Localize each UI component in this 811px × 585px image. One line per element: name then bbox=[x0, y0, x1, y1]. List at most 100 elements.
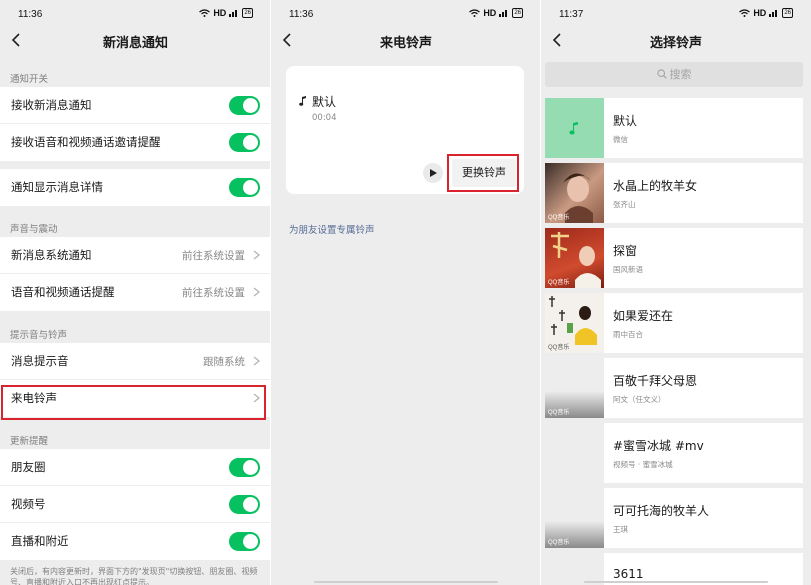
row-call-remind[interactable]: 语音和视频通话提醒 前往系统设置 bbox=[0, 274, 271, 311]
panel-divider bbox=[270, 0, 271, 585]
wifi-icon bbox=[199, 9, 211, 17]
section-label-tones: 提示音与铃声 bbox=[10, 330, 68, 341]
search-input[interactable]: 搜索 bbox=[545, 62, 803, 87]
ringtone-title: 如果爱还在 bbox=[613, 309, 674, 323]
row-label: 通知显示消息详情 bbox=[11, 180, 103, 194]
qq-music-tag: QQ音乐 bbox=[548, 540, 570, 546]
select-ringtone-screen: 11:37 HD 26 选择铃声 搜索 默认 微信 QQ音乐 水晶上的牧羊女 张… bbox=[541, 0, 811, 585]
ringtone-title: 默认 bbox=[613, 114, 638, 128]
qq-music-tag: QQ音乐 bbox=[548, 410, 570, 416]
ringtone-subtitle: 阿文（任文义） bbox=[613, 395, 666, 404]
album-cover: QQ音乐 bbox=[545, 228, 604, 288]
row-msg-tone[interactable]: 消息提示音 跟随系统 bbox=[0, 343, 271, 380]
signal-icon bbox=[499, 10, 508, 17]
qq-music-tag: QQ音乐 bbox=[548, 280, 570, 286]
ringtone-title: 探窗 bbox=[613, 244, 638, 258]
sound-group: 新消息系统通知 前往系统设置 语音和视频通话提醒 前往系统设置 bbox=[0, 237, 271, 311]
wifi-icon bbox=[739, 9, 751, 17]
section-label-updates: 更新提醒 bbox=[10, 436, 49, 447]
album-cover: QQ音乐 bbox=[545, 293, 604, 353]
toggle-channels[interactable] bbox=[229, 495, 260, 514]
row-label: 接收新消息通知 bbox=[11, 98, 92, 112]
nav-bar: 选择铃声 bbox=[541, 28, 811, 54]
ringtone-item[interactable]: QQ音乐 探窗 国风新语 bbox=[545, 228, 803, 288]
ringtone-title: #蜜雪冰城 #mv bbox=[613, 439, 704, 453]
detail-group: 通知显示消息详情 bbox=[0, 169, 271, 206]
current-ringtone-duration: 00:04 bbox=[312, 113, 337, 123]
ringtone-title: 3611 bbox=[613, 567, 644, 581]
toggle-show-detail[interactable] bbox=[229, 178, 260, 197]
page-title: 选择铃声 bbox=[649, 36, 702, 51]
row-sys-notify[interactable]: 新消息系统通知 前往系统设置 bbox=[0, 237, 271, 274]
network-label: HD bbox=[483, 8, 497, 18]
row-label: 语音和视频通话提醒 bbox=[11, 285, 115, 299]
nav-bar: 来电铃声 bbox=[271, 28, 541, 54]
row-channels: 视频号 bbox=[0, 486, 271, 523]
row-moments: 朋友圈 bbox=[0, 449, 271, 486]
row-show-detail: 通知显示消息详情 bbox=[0, 169, 271, 206]
section-label-sound: 声音与震动 bbox=[10, 224, 58, 235]
video-cover bbox=[545, 423, 604, 483]
play-icon bbox=[430, 169, 437, 177]
status-bar: 11:37 HD 26 bbox=[541, 0, 811, 30]
music-note-icon bbox=[299, 96, 306, 106]
row-live-nearby: 直播和附近 bbox=[0, 523, 271, 560]
qq-music-tag: QQ音乐 bbox=[548, 215, 570, 221]
signal-icon bbox=[769, 10, 778, 17]
ringtone-subtitle: 王琪 bbox=[613, 525, 628, 534]
nav-bar: 新消息通知 bbox=[0, 28, 271, 54]
network-label: HD bbox=[213, 8, 227, 18]
footnote-text: 关闭后，有内容更新时，界面下方的"发现页"切换按钮、朋友圈、视频号、直播和附近入… bbox=[10, 567, 258, 585]
status-time: 11:36 bbox=[289, 9, 314, 20]
music-note-icon bbox=[569, 122, 578, 135]
toggle-receive-new[interactable] bbox=[229, 96, 260, 115]
toggle-moments[interactable] bbox=[229, 458, 260, 477]
highlight-box-ringtone bbox=[1, 385, 266, 420]
search-icon bbox=[656, 69, 667, 79]
row-label: 消息提示音 bbox=[11, 354, 69, 368]
page-title: 新消息通知 bbox=[102, 36, 168, 51]
ringtone-subtitle: 视频号 · 蜜雪冰城 bbox=[613, 460, 673, 469]
notify-group: 接收新消息通知 接收语音和视频通话邀请提醒 bbox=[0, 87, 271, 161]
play-button[interactable] bbox=[423, 163, 443, 183]
ringtone-subtitle: 雨中百合 bbox=[613, 330, 643, 339]
album-cover: QQ音乐 bbox=[545, 488, 604, 548]
battery-icon: 26 bbox=[782, 8, 793, 18]
album-cover: QQ音乐 bbox=[545, 358, 604, 418]
status-bar: 11:36 HD 26 bbox=[271, 0, 541, 30]
status-time: 11:37 bbox=[559, 9, 584, 20]
ringtone-item[interactable]: QQ音乐 如果爱还在 雨中百合 bbox=[545, 293, 803, 353]
status-icons: HD 26 bbox=[469, 8, 523, 18]
updates-group: 朋友圈 视频号 直播和附近 bbox=[0, 449, 271, 560]
ringtone-title: 水晶上的牧羊女 bbox=[613, 179, 698, 193]
status-bar: 11:36 HD 26 bbox=[0, 0, 271, 30]
ringtone-item[interactable]: #蜜雪冰城 #mv 视频号 · 蜜雪冰城 bbox=[545, 423, 803, 483]
friend-ringtone-link[interactable]: 为朋友设置专属铃声 bbox=[289, 222, 375, 236]
ringtone-item[interactable]: QQ音乐 可可托海的牧羊人 王琪 bbox=[545, 488, 803, 548]
default-cover bbox=[545, 98, 604, 158]
row-label: 新消息系统通知 bbox=[11, 248, 92, 262]
ringtone-item[interactable]: 默认 微信 bbox=[545, 98, 803, 158]
chevron-right-icon bbox=[253, 250, 260, 260]
row-value: 跟随系统 bbox=[203, 356, 245, 368]
row-receive-call: 接收语音和视频通话邀请提醒 bbox=[0, 124, 271, 161]
current-ringtone-name: 默认 bbox=[312, 95, 337, 109]
signal-icon bbox=[229, 10, 238, 17]
ringtone-subtitle: 国风新语 bbox=[613, 265, 643, 274]
wifi-icon bbox=[469, 9, 481, 17]
panel-divider bbox=[540, 0, 541, 585]
row-label: 视频号 bbox=[11, 497, 46, 511]
row-label: 朋友圈 bbox=[11, 460, 46, 474]
ringtone-subtitle: 微信 bbox=[613, 135, 628, 144]
ringtone-title: 可可托海的牧羊人 bbox=[613, 504, 710, 518]
notification-settings-screen: 11:36 HD 26 新消息通知 通知开关 接收新消息通知 接收语音和视频通话… bbox=[0, 0, 271, 585]
ringtone-item[interactable]: QQ音乐 水晶上的牧羊女 张齐山 bbox=[545, 163, 803, 223]
search-placeholder: 搜索 bbox=[669, 68, 692, 81]
ringtone-subtitle: 张齐山 bbox=[613, 200, 636, 209]
qq-music-tag: QQ音乐 bbox=[548, 345, 570, 351]
home-indicator bbox=[314, 581, 498, 583]
ringtone-item[interactable]: QQ音乐 百敬千拜父母恩 阿文（任文义） bbox=[545, 358, 803, 418]
toggle-receive-call[interactable] bbox=[229, 133, 260, 152]
album-cover: QQ音乐 bbox=[545, 163, 604, 223]
toggle-live-nearby[interactable] bbox=[229, 532, 260, 551]
